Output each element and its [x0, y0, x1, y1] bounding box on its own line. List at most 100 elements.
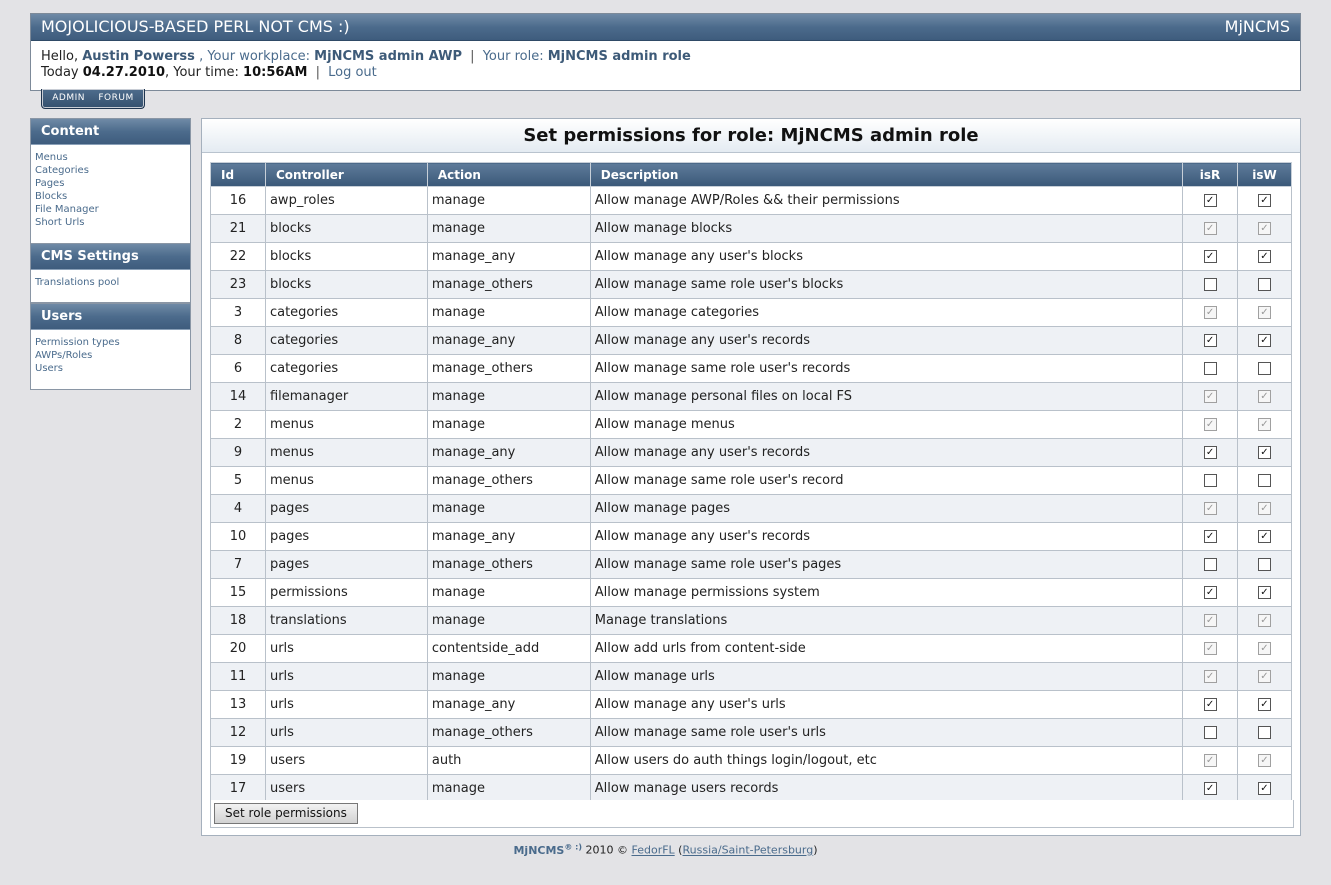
- isw-checkbox[interactable]: ✓: [1258, 446, 1271, 459]
- isr-checkbox[interactable]: [1203, 558, 1217, 571]
- isw-checkbox[interactable]: [1258, 474, 1271, 487]
- row-isr-cell: ✓: [1182, 438, 1238, 467]
- current-time: 10:56AM: [243, 65, 308, 80]
- isr-checkbox[interactable]: ✓: [1203, 250, 1217, 263]
- isr-checkbox[interactable]: ✓: [1203, 586, 1217, 599]
- sidebar-item-short-urls[interactable]: Short Urls: [35, 216, 186, 229]
- row-id: 11: [210, 662, 266, 691]
- isr-checkbox[interactable]: ✓: [1203, 698, 1217, 711]
- isw-checkbox[interactable]: ✓: [1258, 250, 1271, 263]
- isw-checkbox: ✓: [1258, 502, 1271, 515]
- isr-checkbox[interactable]: ✓: [1203, 194, 1217, 207]
- isr-checkbox: ✓: [1203, 390, 1217, 403]
- role-link[interactable]: MjNCMS admin role: [548, 49, 691, 64]
- col-header-isr: isR: [1182, 162, 1238, 187]
- sidebar-item-menus[interactable]: Menus: [35, 151, 186, 164]
- row-isr-cell: ✓: [1182, 606, 1238, 635]
- row-isw-cell: [1237, 550, 1292, 579]
- row-isr-cell: [1182, 550, 1238, 579]
- row-description: Allow manage same role user's records: [589, 354, 1184, 383]
- row-id: 7: [210, 550, 266, 579]
- hello-label: Hello,: [41, 49, 79, 64]
- row-id: 16: [210, 186, 266, 215]
- row-action: manage: [426, 662, 591, 691]
- tab-forum[interactable]: FORUM: [98, 93, 133, 103]
- row-action: manage_others: [426, 466, 591, 495]
- row-controller: menus: [264, 410, 428, 439]
- row-id: 2: [210, 410, 266, 439]
- isw-checkbox[interactable]: ✓: [1258, 530, 1271, 543]
- isw-checkbox: ✓: [1258, 306, 1271, 319]
- row-id: 17: [210, 774, 266, 803]
- row-description: Allow manage any user's records: [589, 438, 1184, 467]
- header-panel: MOJOLICIOUS-BASED PERL NOT CMS :) MjNCMS…: [30, 13, 1301, 91]
- role-label: Your role:: [482, 49, 544, 64]
- author-link[interactable]: FedorFL: [632, 844, 675, 857]
- table-header-row: Id Controller Action Description isR isW: [210, 162, 1292, 187]
- row-id: 14: [210, 382, 266, 411]
- row-action: manage_others: [426, 270, 591, 299]
- sidebar-item-pages[interactable]: Pages: [35, 177, 186, 190]
- user-name-link[interactable]: Austin Powerss: [82, 49, 195, 64]
- table-row: 5 menus manage_others Allow manage same rol…: [210, 466, 1292, 495]
- row-isw-cell: ✓: [1237, 438, 1292, 467]
- isw-checkbox[interactable]: ✓: [1258, 586, 1271, 599]
- row-action: manage_any: [426, 438, 591, 467]
- isr-checkbox: ✓: [1203, 670, 1217, 683]
- row-controller: categories: [264, 354, 428, 383]
- isr-checkbox[interactable]: [1203, 474, 1217, 487]
- isw-checkbox[interactable]: ✓: [1258, 698, 1271, 711]
- isr-checkbox[interactable]: ✓: [1203, 334, 1217, 347]
- row-description: Allow manage any user's records: [589, 522, 1184, 551]
- time-label: , Your time:: [165, 65, 239, 80]
- row-id: 15: [210, 578, 266, 607]
- isw-checkbox[interactable]: [1258, 558, 1271, 571]
- table-row: 4 pages manage Allow manage pages ✓ ✓: [210, 494, 1292, 523]
- row-isw-cell: ✓: [1237, 298, 1292, 327]
- submit-row: Set role permissions: [210, 800, 1294, 828]
- site-title: MOJOLICIOUS-BASED PERL NOT CMS :): [41, 17, 350, 36]
- workplace-link[interactable]: MjNCMS admin AWP: [314, 49, 462, 64]
- isr-checkbox[interactable]: ✓: [1203, 530, 1217, 543]
- isw-checkbox: ✓: [1258, 222, 1271, 235]
- isr-checkbox[interactable]: ✓: [1203, 782, 1217, 795]
- sidebar-item-users[interactable]: Users: [35, 362, 186, 375]
- isr-checkbox[interactable]: [1203, 726, 1217, 739]
- row-controller: urls: [264, 718, 428, 747]
- isw-checkbox[interactable]: [1258, 726, 1271, 739]
- isr-checkbox[interactable]: ✓: [1203, 446, 1217, 459]
- sidebar-item-permission-types[interactable]: Permission types: [35, 336, 186, 349]
- row-isr-cell: ✓: [1182, 214, 1238, 243]
- table-row: 11 urls manage Allow manage urls ✓ ✓: [210, 662, 1292, 691]
- isw-checkbox[interactable]: ✓: [1258, 782, 1271, 795]
- row-isw-cell: ✓: [1237, 410, 1292, 439]
- row-id: 12: [210, 718, 266, 747]
- isw-checkbox[interactable]: ✓: [1258, 334, 1271, 347]
- row-isr-cell: ✓: [1182, 494, 1238, 523]
- tab-admin[interactable]: ADMIN: [52, 93, 85, 103]
- sidebar-item-awps-roles[interactable]: AWPs/Roles: [35, 349, 186, 362]
- row-isw-cell: ✓: [1237, 382, 1292, 411]
- row-isr-cell: [1182, 270, 1238, 299]
- isr-checkbox[interactable]: [1203, 362, 1217, 375]
- sidebar-item-blocks[interactable]: Blocks: [35, 190, 186, 203]
- row-id: 23: [210, 270, 266, 299]
- isw-checkbox[interactable]: [1258, 362, 1271, 375]
- sidebar-item-file-manager[interactable]: File Manager: [35, 203, 186, 216]
- row-isw-cell: ✓: [1237, 214, 1292, 243]
- row-id: 13: [210, 690, 266, 719]
- isw-checkbox[interactable]: ✓: [1258, 194, 1271, 207]
- sidebar-item-translations-pool[interactable]: Translations pool: [35, 276, 186, 289]
- set-role-permissions-button[interactable]: Set role permissions: [214, 803, 358, 824]
- footer: MjNCMS® :) 2010 © FedorFL (Russia/Saint-…: [513, 842, 818, 857]
- logout-link[interactable]: Log out: [328, 65, 377, 80]
- sidebar-item-categories[interactable]: Categories: [35, 164, 186, 177]
- isw-checkbox[interactable]: [1258, 278, 1271, 291]
- row-controller: pages: [264, 494, 428, 523]
- location-link[interactable]: Russia/Saint-Petersburg: [682, 844, 813, 857]
- row-id: 3: [210, 298, 266, 327]
- row-description: Allow manage same role user's pages: [589, 550, 1184, 579]
- isr-checkbox[interactable]: [1203, 278, 1217, 291]
- row-isw-cell: [1237, 354, 1292, 383]
- row-isw-cell: ✓: [1237, 774, 1292, 803]
